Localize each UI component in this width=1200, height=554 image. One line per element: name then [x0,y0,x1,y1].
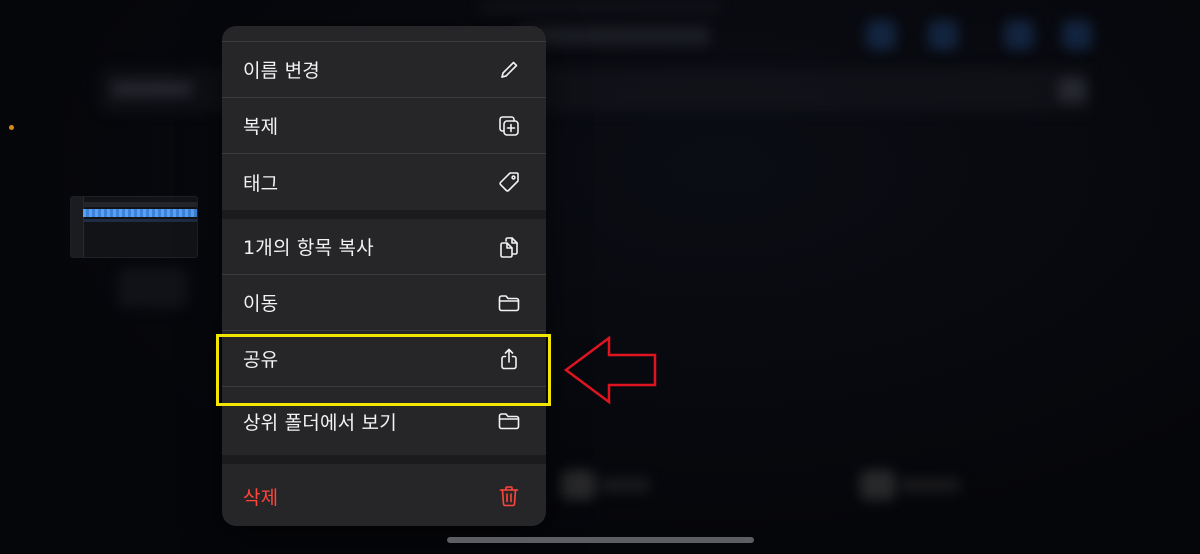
menu-group-separator [222,210,546,219]
menu-item-rename[interactable]: 이름 변경 [222,42,546,98]
tag-icon [496,169,522,195]
menu-item-label: 1개의 항목 복사 [243,237,374,259]
menu-item-label: 복제 [243,116,279,138]
file-thumbnail[interactable] [70,196,198,258]
background-toolbar-button [866,20,896,50]
background-bottom-label [600,478,650,492]
menu-item-share[interactable]: 공유 [222,331,546,387]
menu-group-separator [222,455,546,464]
pencil-icon [496,57,522,83]
copy-documents-icon [496,234,522,260]
share-icon [496,346,522,372]
background-search-text [112,82,192,96]
menu-item-label: 삭제 [243,486,279,509]
duplicate-icon [496,113,522,139]
folder-icon [496,290,522,316]
menu-item-label: 이동 [243,293,279,315]
menu-item-label: 태그 [243,172,279,195]
menu-item-show-in-enclosing-folder[interactable]: 상위 폴더에서 보기 [222,387,546,455]
menu-item-label: 공유 [243,349,279,371]
menu-item-copy[interactable]: 1개의 항목 복사 [222,219,546,275]
menu-item-label: 상위 폴더에서 보기 [243,411,397,434]
background-bottom-label [900,478,960,492]
trash-icon [496,483,522,509]
background-top-strip [480,0,720,14]
background-search-icon [1058,78,1086,102]
screen: 이름 변경 복제 태그 1개의 항목 복사 이동 공유 상위 폴더에서 보기 삭… [0,0,1200,554]
thumbnail-row [83,202,197,207]
menu-item-tag[interactable]: 태그 [222,154,546,210]
context-menu: 이름 변경 복제 태그 1개의 항목 복사 이동 공유 상위 폴더에서 보기 삭… [222,26,546,526]
menu-item-delete[interactable]: 삭제 [222,464,546,526]
background-file-name [118,268,188,308]
menu-top-padding [222,26,546,42]
background-bottom-button [560,470,596,500]
home-indicator[interactable] [447,537,754,543]
thumbnail-row-highlighted [83,209,197,217]
menu-item-label: 이름 변경 [243,60,320,82]
background-window-title [520,26,710,46]
background-toolbar-button [1062,20,1092,50]
status-dot [9,125,14,130]
background-toolbar-button [1004,20,1034,50]
thumbnail-row [83,219,197,222]
background-toolbar-button [928,20,958,50]
menu-item-duplicate[interactable]: 복제 [222,98,546,154]
folder-icon [496,408,522,434]
menu-item-move[interactable]: 이동 [222,275,546,331]
red-arrow-annotation [563,335,657,405]
background-bottom-button [860,470,896,500]
